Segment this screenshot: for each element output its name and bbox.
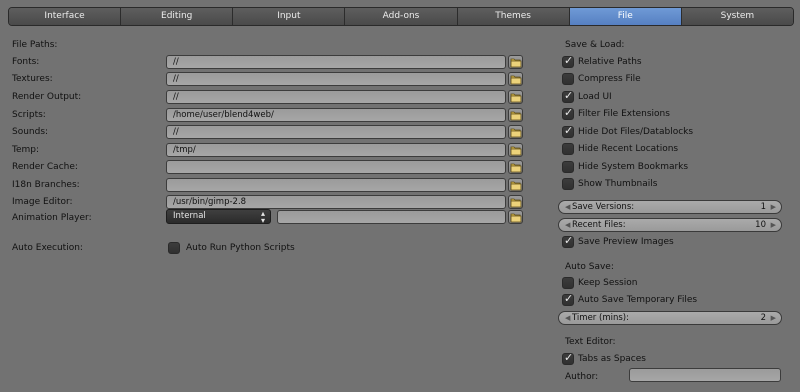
hide-system-bookmarks-checkbox[interactable] — [562, 161, 574, 173]
animation-player-folder-button[interactable] — [508, 210, 523, 224]
load-ui-checkbox[interactable]: ✓ — [562, 89, 574, 103]
auto-save-temp-checkbox[interactable]: ✓ — [562, 292, 574, 306]
auto-execution-label: Auto Execution: — [12, 243, 83, 253]
auto-save-temp-label: Auto Save Temporary Files — [578, 295, 698, 305]
sounds-label: Sounds: — [12, 127, 49, 137]
hide-dot-files-checkbox[interactable]: ✓ — [562, 124, 574, 138]
recent-files-label: Recent Files: — [572, 220, 626, 230]
show-thumbnails-label: Show Thumbnails — [578, 179, 658, 189]
i18n-branches-path-field[interactable] — [166, 178, 506, 192]
save-load-title: Save & Load: — [565, 40, 625, 50]
compress-file-label: Compress File — [578, 74, 641, 84]
show-thumbnails-checkbox[interactable] — [562, 178, 574, 190]
auto-run-python-checkbox[interactable] — [168, 242, 180, 254]
arrow-left-icon[interactable]: ◀ — [565, 219, 570, 231]
image-editor-folder-button[interactable] — [508, 195, 523, 209]
save-versions-value: 1 — [760, 202, 766, 212]
recent-files-field[interactable]: ◀ Recent Files: 10 ▶ — [558, 218, 782, 232]
arrow-right-icon[interactable]: ▶ — [771, 219, 776, 231]
hide-recent-locations-checkbox[interactable] — [562, 143, 574, 155]
check-icon: ✓ — [564, 292, 574, 305]
compress-file-checkbox[interactable] — [562, 73, 574, 85]
temp-path-field[interactable]: /tmp/ — [166, 143, 506, 157]
text-editor-title: Text Editor: — [565, 337, 616, 347]
check-icon: ✓ — [564, 106, 574, 119]
textures-folder-button[interactable] — [508, 72, 523, 86]
scripts-folder-button[interactable] — [508, 108, 523, 122]
tab-interface[interactable]: Interface — [9, 8, 122, 25]
fonts-label: Fonts: — [12, 57, 40, 67]
author-label: Author: — [565, 372, 599, 382]
i18n-branches-label: I18n Branches: — [12, 180, 80, 190]
textures-path-field[interactable]: // — [166, 72, 506, 86]
timer-label: Timer (mins): — [572, 313, 629, 323]
file-paths-title: File Paths: — [12, 40, 58, 50]
tab-input[interactable]: Input — [233, 8, 346, 25]
load-ui-label: Load UI — [578, 92, 612, 102]
sounds-path-field[interactable]: // — [166, 125, 506, 139]
check-icon: ✓ — [564, 234, 574, 247]
arrow-right-icon[interactable]: ▶ — [771, 201, 776, 213]
filter-file-extensions-label: Filter File Extensions — [578, 109, 670, 119]
save-versions-field[interactable]: ◀ Save Versions: 1 ▶ — [558, 200, 782, 214]
tab-add-ons[interactable]: Add-ons — [345, 8, 458, 25]
temp-folder-button[interactable] — [508, 143, 523, 157]
render-cache-path-field[interactable] — [166, 160, 506, 174]
timer-value: 2 — [760, 313, 766, 323]
hide-recent-locations-label: Hide Recent Locations — [578, 144, 679, 154]
arrow-left-icon[interactable]: ◀ — [565, 312, 570, 324]
i18n-branches-folder-button[interactable] — [508, 178, 523, 192]
save-preview-images-checkbox[interactable]: ✓ — [562, 234, 574, 248]
auto-run-python-label: Auto Run Python Scripts — [186, 243, 295, 253]
scripts-label: Scripts: — [12, 110, 46, 120]
tabs-as-spaces-checkbox[interactable]: ✓ — [562, 351, 574, 365]
render-output-folder-button[interactable] — [508, 90, 523, 104]
author-input[interactable] — [629, 368, 781, 382]
timer-field[interactable]: ◀ Timer (mins): 2 ▶ — [558, 311, 782, 325]
sounds-folder-button[interactable] — [508, 125, 523, 139]
keep-session-label: Keep Session — [578, 278, 638, 288]
save-preview-images-label: Save Preview Images — [578, 237, 674, 247]
fonts-folder-button[interactable] — [508, 55, 523, 69]
arrow-left-icon[interactable]: ◀ — [565, 201, 570, 213]
textures-label: Textures: — [12, 74, 53, 84]
tab-system[interactable]: System — [681, 8, 793, 25]
filter-file-extensions-checkbox[interactable]: ✓ — [562, 106, 574, 120]
recent-files-value: 10 — [755, 220, 766, 230]
check-icon: ✓ — [564, 124, 574, 137]
tab-file[interactable]: File — [569, 8, 682, 25]
scripts-path-field[interactable]: /home/user/blend4web/ — [166, 108, 506, 122]
image-editor-label: Image Editor: — [12, 197, 73, 207]
animation-player-dropdown[interactable]: Internal ▴ ▾ — [166, 209, 271, 225]
preferences-tab-bar: Interface Editing Input Add-ons Themes F… — [8, 7, 794, 26]
arrow-right-icon[interactable]: ▶ — [771, 312, 776, 324]
render-output-path-field[interactable]: // — [166, 90, 506, 104]
updown-arrows-icon: ▴ ▾ — [260, 209, 265, 225]
check-icon: ✓ — [564, 54, 574, 67]
fonts-path-field[interactable]: // — [166, 55, 506, 69]
hide-dot-files-label: Hide Dot Files/Datablocks — [578, 127, 694, 137]
tab-editing[interactable]: Editing — [121, 8, 234, 25]
temp-label: Temp: — [12, 145, 40, 155]
animation-player-path-field[interactable] — [277, 210, 506, 224]
check-icon: ✓ — [564, 351, 574, 364]
image-editor-path-field[interactable]: /usr/bin/gimp-2.8 — [166, 195, 506, 209]
check-icon: ✓ — [564, 89, 574, 102]
keep-session-checkbox[interactable] — [562, 277, 574, 289]
hide-system-bookmarks-label: Hide System Bookmarks — [578, 162, 689, 172]
render-cache-label: Render Cache: — [12, 162, 78, 172]
render-output-label: Render Output: — [12, 92, 82, 102]
tabs-as-spaces-label: Tabs as Spaces — [578, 354, 646, 364]
animation-player-label: Animation Player: — [12, 213, 92, 223]
auto-save-title: Auto Save: — [565, 262, 614, 272]
render-cache-folder-button[interactable] — [508, 160, 523, 174]
relative-paths-checkbox[interactable]: ✓ — [562, 54, 574, 68]
relative-paths-label: Relative Paths — [578, 57, 642, 67]
tab-themes[interactable]: Themes — [457, 8, 570, 25]
save-versions-label: Save Versions: — [572, 202, 635, 212]
animation-player-selected: Internal — [173, 211, 206, 221]
